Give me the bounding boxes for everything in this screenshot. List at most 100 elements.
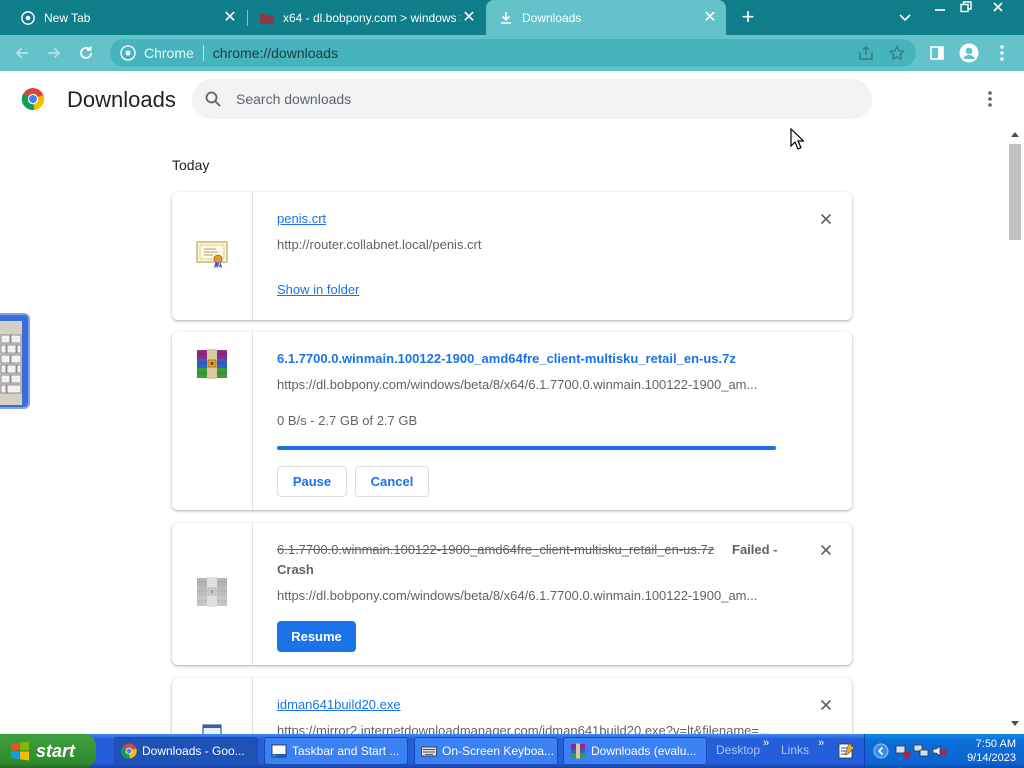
- mouse-pointer-icon: [790, 127, 805, 150]
- back-arrow-icon[interactable]: [11, 42, 33, 64]
- windows-taskbar: start Downloads - Goo... Taskbar and Sta…: [0, 734, 1024, 768]
- menu-kebab-icon[interactable]: [992, 43, 1012, 63]
- download-progress-bar: [277, 446, 776, 450]
- tab-new-tab[interactable]: New Tab ✕: [0, 0, 246, 35]
- page-scrollbar[interactable]: [1006, 127, 1024, 734]
- taskbar-item-taskbar-settings[interactable]: Taskbar and Start ...: [264, 737, 408, 765]
- show-in-folder-link[interactable]: Show in folder: [277, 282, 359, 297]
- tab-strip: New Tab ✕ x64 - dl.bobpony.com > windows…: [0, 0, 1024, 35]
- more-actions-icon[interactable]: [982, 89, 998, 109]
- taskbar-item-on-screen-keyboard[interactable]: On-Screen Keyboa...: [414, 737, 558, 765]
- taskbar-item-winrar-downloads[interactable]: Downloads (evalu...: [563, 737, 707, 765]
- download-source-url[interactable]: https://mirror2.internetdownloadmanager.…: [277, 723, 772, 734]
- winrar-archive-greyed-icon: [196, 576, 228, 613]
- file-icon-column: [172, 678, 253, 734]
- failed-reason: Crash: [277, 562, 314, 577]
- remove-download-icon[interactable]: [818, 211, 834, 227]
- taskbar-item-label: Downloads - Goo...: [142, 744, 245, 758]
- search-input[interactable]: [236, 91, 836, 107]
- pause-button[interactable]: Pause: [277, 466, 347, 497]
- toolbar-chevron-icon[interactable]: »: [818, 737, 824, 749]
- scroll-up-arrow-icon[interactable]: [1011, 132, 1019, 137]
- chrome-icon: [120, 45, 136, 61]
- keyboard-keys[interactable]: [0, 321, 22, 405]
- taskbar-item-label: Taskbar and Start ...: [292, 744, 400, 758]
- download-progress-status: 0 B/s - 2.7 GB of 2.7 GB: [277, 413, 418, 428]
- chevron-down-icon[interactable]: [896, 9, 914, 27]
- omnibox-separator: [202, 45, 204, 61]
- close-window-icon[interactable]: [984, 1, 1012, 17]
- scroll-down-arrow-icon[interactable]: [1011, 721, 1019, 726]
- star-icon[interactable]: [888, 44, 907, 63]
- download-filename: 6.1.7700.0.winmain.100122-1900_amd64fre_…: [277, 542, 715, 557]
- taskbar-item-chrome[interactable]: Downloads - Goo...: [114, 737, 258, 765]
- network-computers-icon[interactable]: [913, 743, 929, 759]
- winrar-icon: [570, 743, 586, 759]
- on-screen-keyboard-window[interactable]: [0, 313, 30, 409]
- toolbar-chevron-icon[interactable]: »: [763, 737, 769, 749]
- share-icon[interactable]: [858, 45, 876, 63]
- reload-icon[interactable]: [75, 42, 97, 64]
- chrome-icon: [20, 10, 36, 26]
- minimize-icon[interactable]: [926, 1, 954, 17]
- forward-arrow-icon[interactable]: [43, 42, 65, 64]
- start-button[interactable]: start: [0, 734, 96, 768]
- chrome-icon: [120, 743, 137, 759]
- tab-title: Downloads: [522, 10, 582, 25]
- failed-label: Failed -: [732, 542, 778, 557]
- network-error-icon[interactable]: [895, 743, 911, 759]
- search-downloads-box[interactable]: [192, 79, 872, 119]
- progress-fill: [277, 446, 776, 450]
- url-text[interactable]: chrome://downloads: [213, 45, 338, 61]
- close-tab-icon[interactable]: ✕: [222, 9, 238, 26]
- toolbar: Chrome chrome://downloads: [0, 35, 1024, 71]
- volume-muted-icon[interactable]: [931, 743, 947, 759]
- chrome-logo-icon: [21, 87, 45, 111]
- notepad-quicklaunch-icon[interactable]: [837, 742, 855, 760]
- close-tab-icon[interactable]: ✕: [461, 9, 477, 26]
- side-panel-icon[interactable]: [927, 43, 947, 63]
- start-label: start: [36, 740, 76, 761]
- tab-bobpony[interactable]: x64 - dl.bobpony.com > windows > ✕: [247, 0, 485, 35]
- folder-icon: [259, 10, 275, 26]
- download-filename-link[interactable]: idman641build20.exe: [277, 697, 401, 712]
- new-tab-plus-icon[interactable]: +: [737, 6, 759, 29]
- download-filename-link[interactable]: penis.crt: [277, 211, 326, 226]
- section-date: Today: [172, 157, 210, 173]
- tray-expand-arrow-icon[interactable]: [873, 743, 889, 759]
- file-icon-column: [172, 192, 253, 320]
- remove-download-icon[interactable]: [818, 697, 834, 713]
- taskbar-item-label: On-Screen Keyboa...: [442, 744, 555, 758]
- download-icon: [498, 10, 514, 26]
- close-tab-icon[interactable]: ✕: [702, 9, 718, 26]
- downloads-header: Downloads: [0, 71, 1024, 127]
- windows-flag-icon: [10, 741, 30, 761]
- restore-icon[interactable]: [952, 1, 980, 17]
- download-source-url[interactable]: http://router.collabnet.local/penis.crt: [277, 237, 772, 252]
- resume-button[interactable]: Resume: [277, 621, 356, 652]
- clock-time: 7:50 AM: [975, 738, 1016, 750]
- download-item: 6.1.7700.0.winmain.100122-1900_amd64fre_…: [172, 523, 852, 665]
- clock[interactable]: 7:50 AM 9/14/2023: [967, 737, 1016, 765]
- scrollbar-thumb[interactable]: [1009, 144, 1021, 240]
- page-title: Downloads: [67, 87, 176, 112]
- clock-date: 9/14/2023: [967, 752, 1016, 764]
- download-source-url[interactable]: https://dl.bobpony.com/windows/beta/8/x6…: [277, 588, 772, 603]
- desktop-toolbar-label[interactable]: Desktop: [716, 743, 760, 757]
- system-tray: 7:50 AM 9/14/2023: [864, 734, 1024, 768]
- winrar-archive-icon: [196, 348, 228, 385]
- remove-download-icon[interactable]: [818, 542, 834, 558]
- site-chip-label: Chrome: [144, 45, 194, 61]
- download-item: idman641build20.exe https://mirror2.inte…: [172, 678, 852, 734]
- cancel-button[interactable]: Cancel: [355, 466, 429, 497]
- download-source-url[interactable]: https://dl.bobpony.com/windows/beta/8/x6…: [277, 377, 772, 392]
- downloads-list: Today penis.crt http://router.collabnet.…: [0, 127, 1006, 734]
- tab-downloads[interactable]: Downloads ✕: [486, 0, 726, 35]
- download-filename-link[interactable]: 6.1.7700.0.winmain.100122-1900_amd64fre_…: [277, 351, 736, 366]
- address-bar[interactable]: Chrome chrome://downloads: [110, 39, 916, 67]
- links-toolbar-label[interactable]: Links: [781, 743, 809, 757]
- download-item: 6.1.7700.0.winmain.100122-1900_amd64fre_…: [172, 332, 852, 510]
- download-item: penis.crt http://router.collabnet.local/…: [172, 192, 852, 320]
- profile-avatar-icon[interactable]: [959, 43, 979, 63]
- search-icon: [204, 90, 222, 108]
